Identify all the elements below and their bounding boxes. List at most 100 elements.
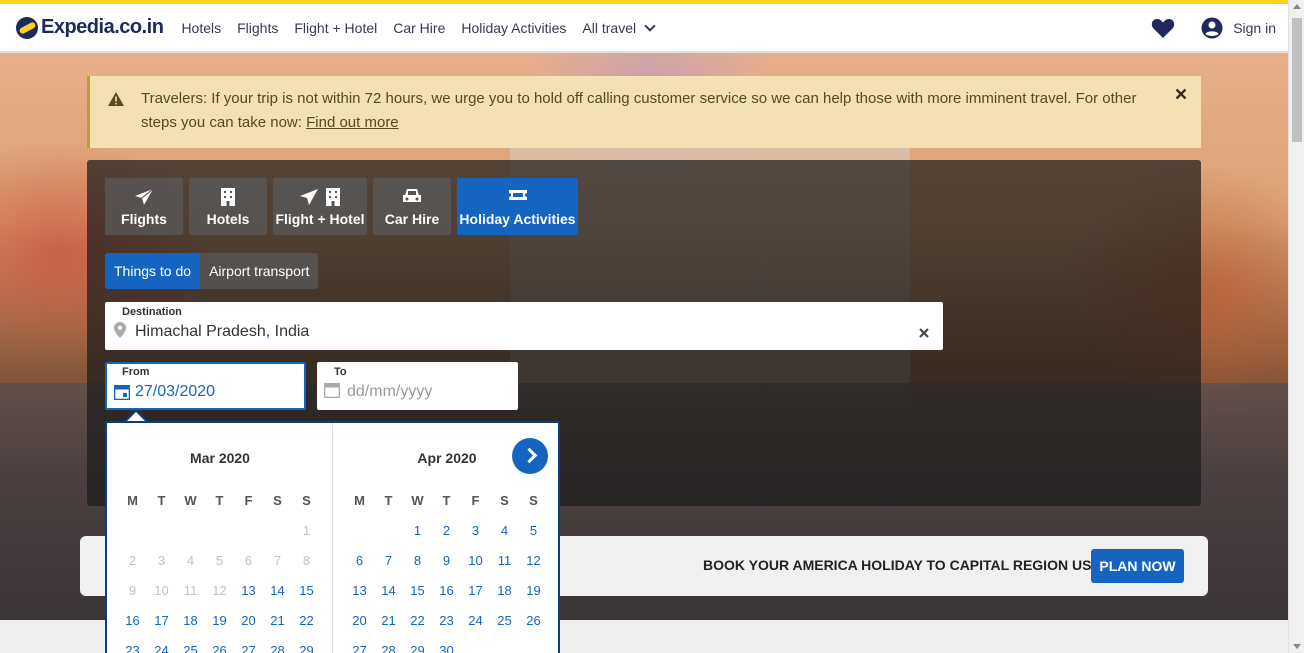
- location-pin-icon: [114, 322, 126, 338]
- tab-airport-transport[interactable]: Airport transport: [200, 253, 319, 289]
- calendar-day[interactable]: 18: [176, 606, 205, 636]
- calendar-day: 9: [128, 583, 137, 598]
- clear-icon[interactable]: [919, 328, 929, 338]
- calendar-day[interactable]: 18: [490, 576, 519, 606]
- calendar-day[interactable]: 27: [234, 636, 263, 653]
- destination-field[interactable]: Destination Himachal Pradesh, India: [105, 302, 943, 350]
- account-icon[interactable]: [1201, 17, 1223, 39]
- calendar-day[interactable]: 10: [461, 546, 490, 576]
- calendar-day: 10: [154, 583, 169, 598]
- calendar-day[interactable]: 24: [461, 606, 490, 636]
- calendar-day[interactable]: 28: [263, 636, 292, 653]
- calendar-day[interactable]: 29: [292, 636, 321, 653]
- weekday-header: M T W T F S S: [345, 493, 548, 508]
- weekday-label: S: [273, 493, 282, 508]
- from-date-input[interactable]: 27/03/2020: [135, 383, 215, 401]
- calendar-day[interactable]: 4: [490, 516, 519, 546]
- calendar-day[interactable]: 16: [118, 606, 147, 636]
- tab-label: Car Hire: [384, 210, 440, 227]
- calendar-day[interactable]: 16: [432, 576, 461, 606]
- sign-in-link[interactable]: Sign in: [1233, 20, 1276, 36]
- tab-flight-hotel[interactable]: Flight + Hotel: [273, 178, 367, 235]
- calendar-day[interactable]: 20: [345, 606, 374, 636]
- calendar-day[interactable]: 13: [345, 576, 374, 606]
- calendar-day[interactable]: 6: [345, 546, 374, 576]
- calendar-day[interactable]: 29: [403, 636, 432, 653]
- car-icon: [403, 188, 421, 202]
- date-picker: Mar 2020 M T W T F S S 1 2 3 4 5 6 7 8 9 10 11 12 13…: [105, 421, 560, 653]
- calendar-day[interactable]: 22: [403, 606, 432, 636]
- nav-hotels[interactable]: Hotels: [181, 20, 221, 36]
- close-icon[interactable]: [1175, 88, 1187, 100]
- tab-flights[interactable]: Flights: [105, 178, 183, 235]
- calendar-day[interactable]: 23: [432, 606, 461, 636]
- to-date-field[interactable]: To dd/mm/yyyy: [317, 362, 518, 410]
- calendar-empty-cell: [345, 516, 374, 546]
- chevron-down-icon: [644, 19, 656, 32]
- calendar-day[interactable]: 19: [205, 606, 234, 636]
- calendar-day: 11: [183, 583, 198, 598]
- find-out-more-link[interactable]: Find out more: [306, 114, 399, 131]
- calendar-day[interactable]: 19: [519, 576, 548, 606]
- calendar-day[interactable]: 27: [345, 636, 374, 653]
- site-header: Expedia.co.in Hotels Flights Flight + Ho…: [0, 4, 1288, 52]
- calendar-day: 8: [302, 553, 311, 568]
- calendar-day[interactable]: 24: [147, 636, 176, 653]
- tab-hotels[interactable]: Hotels: [189, 178, 267, 235]
- plane-icon: [135, 188, 154, 205]
- from-date-field[interactable]: From 27/03/2020: [105, 362, 306, 410]
- destination-input[interactable]: Himachal Pradesh, India: [135, 323, 309, 341]
- calendar-day[interactable]: 30: [432, 636, 461, 653]
- calendar-day[interactable]: 22: [292, 606, 321, 636]
- scroll-down-arrow-icon[interactable]: [1293, 644, 1301, 649]
- calendar-day[interactable]: 13: [234, 576, 263, 606]
- nav-holiday-activities[interactable]: Holiday Activities: [461, 20, 566, 36]
- calendar-day[interactable]: 26: [519, 606, 548, 636]
- calendar-day[interactable]: 25: [176, 636, 205, 653]
- calendar-day[interactable]: 2: [432, 516, 461, 546]
- calendar-day[interactable]: 26: [205, 636, 234, 653]
- heart-icon[interactable]: [1151, 17, 1175, 39]
- scrollbar-thumb[interactable]: [1292, 18, 1302, 142]
- calendar-day[interactable]: 11: [490, 546, 519, 576]
- weekday-label: T: [215, 493, 224, 508]
- calendar-day[interactable]: 15: [403, 576, 432, 606]
- calendar-day[interactable]: 14: [263, 576, 292, 606]
- calendar-day[interactable]: 14: [374, 576, 403, 606]
- calendar-day[interactable]: 25: [490, 606, 519, 636]
- calendar-day[interactable]: 3: [461, 516, 490, 546]
- calendar-day[interactable]: 15: [292, 576, 321, 606]
- calendar-day: 4: [186, 553, 195, 568]
- tab-things-to-do[interactable]: Things to do: [105, 253, 201, 289]
- scroll-up-arrow-icon[interactable]: [1293, 4, 1301, 9]
- calendar-day[interactable]: 12: [519, 546, 548, 576]
- plan-now-button[interactable]: PLAN NOW: [1091, 549, 1184, 583]
- calendar-day[interactable]: 21: [374, 606, 403, 636]
- calendar-day[interactable]: 1: [403, 516, 432, 546]
- calendar-day[interactable]: 17: [461, 576, 490, 606]
- nav-flights[interactable]: Flights: [237, 20, 278, 36]
- calendar-day[interactable]: 17: [147, 606, 176, 636]
- calendar-day[interactable]: 5: [519, 516, 548, 546]
- weekday-label: T: [442, 493, 451, 508]
- tab-holiday-activities[interactable]: Holiday Activities: [457, 178, 578, 235]
- calendar-day[interactable]: 21: [263, 606, 292, 636]
- next-month-button[interactable]: [512, 438, 548, 474]
- from-label: From: [122, 366, 150, 378]
- calendar-day[interactable]: 23: [118, 636, 147, 653]
- tab-label: Hotels: [206, 210, 250, 227]
- nav-flight-hotel[interactable]: Flight + Hotel: [294, 20, 377, 36]
- calendar-empty-cell: [234, 516, 263, 546]
- to-date-input[interactable]: dd/mm/yyyy: [347, 383, 432, 401]
- expedia-logo[interactable]: Expedia.co.in: [16, 16, 164, 39]
- calendar-day[interactable]: 8: [403, 546, 432, 576]
- weekday-header: M T W T F S S: [118, 493, 321, 508]
- page-scrollbar[interactable]: [1288, 0, 1304, 653]
- calendar-day[interactable]: 7: [374, 546, 403, 576]
- tab-car-hire[interactable]: Car Hire: [373, 178, 451, 235]
- calendar-day[interactable]: 28: [374, 636, 403, 653]
- nav-all-travel[interactable]: All travel: [582, 19, 656, 36]
- calendar-day[interactable]: 20: [234, 606, 263, 636]
- nav-car-hire[interactable]: Car Hire: [393, 20, 445, 36]
- calendar-day[interactable]: 9: [432, 546, 461, 576]
